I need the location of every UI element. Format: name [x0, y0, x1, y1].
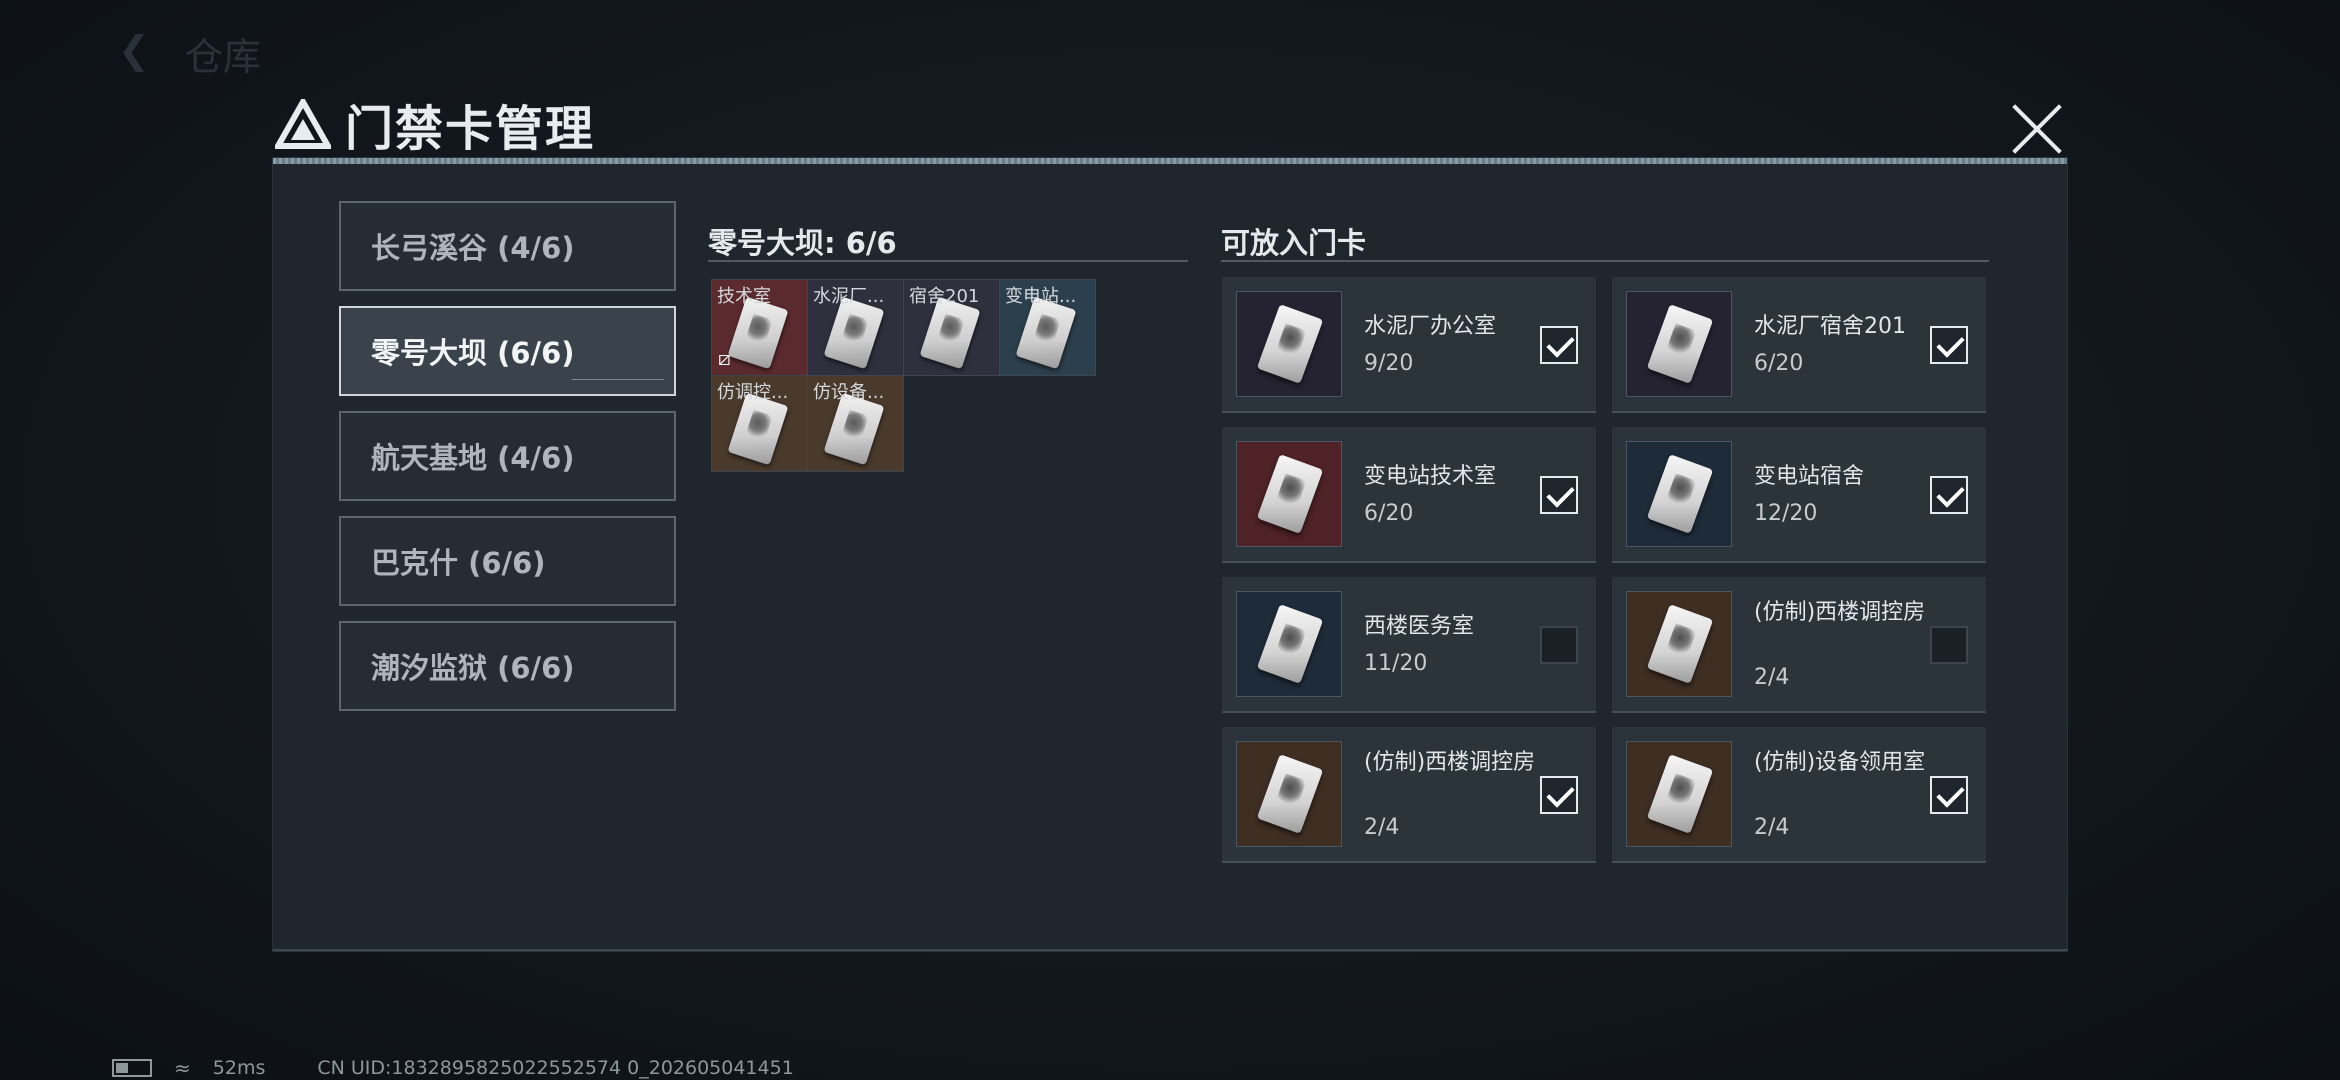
keycard-icon [1256, 754, 1324, 834]
modal-title: 门禁卡管理 [345, 101, 596, 157]
map-tab[interactable]: 长弓溪谷 (4/6) [339, 201, 676, 291]
keycard-icon [1256, 304, 1324, 384]
divider [708, 260, 1188, 262]
keycard-thumbnail [1626, 291, 1732, 397]
keycard-icon [1646, 754, 1714, 834]
ping-text: 52ms [212, 1057, 266, 1079]
keycard-item[interactable]: 变电站宿舍 12/20 [1612, 427, 1986, 563]
keycard-icon [1256, 604, 1324, 684]
slot-label: 仿调控... [717, 382, 789, 403]
keycard-item[interactable]: (仿制)西楼调控房 2/4 [1222, 727, 1596, 863]
keycard-item[interactable]: 水泥厂办公室 9/20 [1222, 277, 1596, 413]
map-tab[interactable]: 巴克什 (6/6) [339, 516, 676, 606]
slot-section-title: 零号大坝: 6/6 [708, 226, 897, 260]
slot-label: 变电站... [1005, 286, 1077, 307]
keycard-checkbox[interactable] [1930, 476, 1968, 514]
slot-label: 仿设备... [813, 382, 885, 403]
keycard-item[interactable]: 水泥厂宿舍201 6/20 [1612, 277, 1986, 413]
keycard-checkbox[interactable] [1930, 626, 1968, 664]
slot-cell[interactable]: 技术室 ⧄ [711, 279, 808, 376]
close-icon[interactable] [2008, 100, 2068, 160]
available-section-title: 可放入门卡 [1221, 226, 1367, 260]
keycard-thumbnail [1626, 591, 1732, 697]
map-tab[interactable]: 潮汐监狱 (6/6) [339, 621, 676, 711]
keycard-thumbnail [1236, 591, 1342, 697]
keycard-item[interactable]: (仿制)西楼调控房 2/4 [1612, 577, 1986, 713]
status-bar: ≈ 52ms CN UID:1832895825022552574 0_2026… [112, 1056, 794, 1080]
keycard-item[interactable]: 西楼医务室 11/20 [1222, 577, 1596, 713]
wifi-icon: ≈ [174, 1056, 191, 1080]
keycard-count: 2/4 [1754, 665, 1790, 690]
keycard-thumbnail [1626, 441, 1732, 547]
keycard-panel: 长弓溪谷 (4/6) 零号大坝 (6/6) 航天基地 (4/6) 巴克什 (6/6) 潮… [273, 158, 2067, 951]
map-tab[interactable]: 航天基地 (4/6) [339, 411, 676, 501]
slot-label: 水泥厂... [813, 286, 885, 307]
keycard-count: 12/20 [1754, 501, 1818, 526]
keycard-checkbox[interactable] [1930, 326, 1968, 364]
keycard-icon [1646, 604, 1714, 684]
keycard-icon [1646, 454, 1714, 534]
battery-icon [112, 1059, 152, 1077]
keycard-icon [1646, 304, 1714, 384]
keycard-checkbox[interactable] [1930, 776, 1968, 814]
keycard-checkbox[interactable] [1540, 626, 1578, 664]
triangle-logo-icon [275, 99, 331, 149]
back-arrow-icon[interactable]: ❮ [118, 28, 150, 72]
keycard-thumbnail [1626, 741, 1732, 847]
panel-top-border [273, 158, 2067, 164]
keycard-count: 6/20 [1754, 351, 1804, 376]
keycard-name: 水泥厂办公室 [1364, 314, 1497, 339]
keycard-item[interactable]: 变电站技术室 6/20 [1222, 427, 1596, 563]
keycard-icon [1256, 454, 1324, 534]
keycard-name: (仿制)设备领用室 [1754, 750, 1926, 775]
modal-header: 门禁卡管理 [275, 94, 595, 157]
slot-label: 技术室 [717, 286, 771, 307]
slot-cell[interactable]: 仿调控... [711, 375, 808, 472]
keycard-name: 水泥厂宿舍201 [1754, 314, 1906, 339]
slot-label: 宿舍201 [909, 286, 980, 307]
keycard-name: (仿制)西楼调控房 [1754, 600, 1926, 625]
slot-cell[interactable]: 仿设备... [807, 375, 904, 472]
keycard-thumbnail [1236, 441, 1342, 547]
keycard-thumbnail [1236, 741, 1342, 847]
keycard-name: 变电站技术室 [1364, 464, 1497, 489]
slot-cell[interactable]: 水泥厂... [807, 279, 904, 376]
divider [1221, 260, 1989, 262]
uid-text: CN UID:1832895825022552574 0_20260504145… [317, 1057, 794, 1079]
keycard-checkbox[interactable] [1540, 326, 1578, 364]
keycard-count: 9/20 [1364, 351, 1414, 376]
slot-cell[interactable]: 宿舍201 [903, 279, 1000, 376]
keycard-name: (仿制)西楼调控房 [1364, 750, 1536, 775]
keycard-thumbnail [1236, 291, 1342, 397]
keycard-count: 11/20 [1364, 651, 1428, 676]
slot-cell[interactable]: 变电站... [999, 279, 1096, 376]
keycard-item[interactable]: (仿制)设备领用室 2/4 [1612, 727, 1986, 863]
background-page-title: 仓库 [185, 35, 262, 79]
keycard-count: 6/20 [1364, 501, 1414, 526]
keycard-count: 2/4 [1364, 815, 1400, 840]
keycard-name: 变电站宿舍 [1754, 464, 1865, 489]
broken-card-icon: ⧄ [718, 346, 731, 370]
keycard-checkbox[interactable] [1540, 476, 1578, 514]
keycard-name: 西楼医务室 [1364, 614, 1475, 639]
keycard-count: 2/4 [1754, 815, 1790, 840]
map-tab[interactable]: 零号大坝 (6/6) [339, 306, 676, 396]
keycard-checkbox[interactable] [1540, 776, 1578, 814]
